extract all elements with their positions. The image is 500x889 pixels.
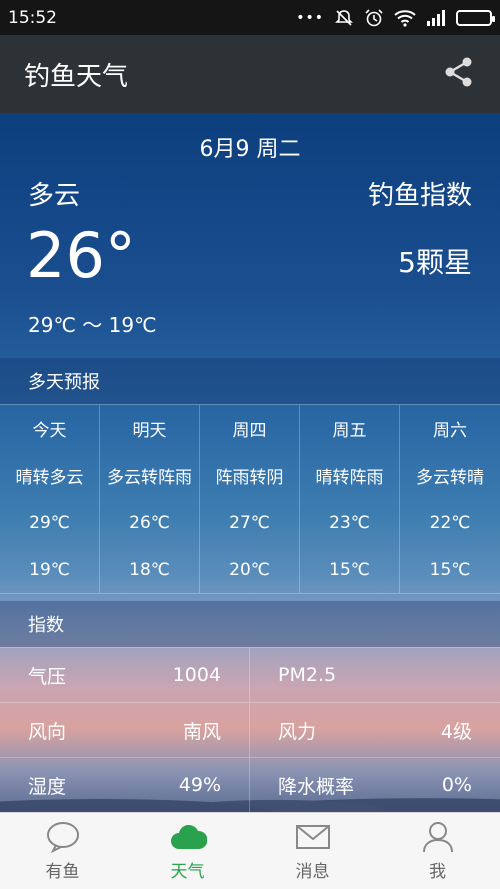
humidity-label: 湿度 [28, 775, 67, 798]
indices-row: 风向 南风 风力 4级 [0, 703, 500, 758]
forecast-header: 多天预报 [0, 358, 500, 404]
humidity-cell: 湿度 49% [0, 758, 250, 812]
forecast-day: 周四 阵雨转阴 27℃ 20℃ [200, 405, 300, 593]
pressure-value: 1004 [172, 664, 221, 686]
mute-icon [334, 8, 354, 28]
current-temperature: 26° [26, 219, 136, 292]
precipitation-cell: 降水概率 0% [250, 758, 500, 812]
person-icon [421, 821, 455, 853]
precipitation-value: 0% [441, 774, 472, 796]
forecast-day-name: 明天 [132, 421, 167, 441]
forecast-day-low: 15℃ [429, 559, 471, 580]
forecast-day: 周五 晴转阵雨 23℃ 15℃ [300, 405, 400, 593]
forecast-day: 今天 晴转多云 29℃ 19℃ [0, 405, 100, 593]
app-bar: 钓鱼天气 [0, 35, 500, 113]
indices-row: 气压 1004 PM2.5 [0, 648, 500, 703]
status-bar: 15:52 ••• [0, 0, 500, 35]
forecast-title: 多天预报 [28, 372, 100, 393]
pressure-cell: 气压 1004 [0, 648, 250, 702]
precipitation-label: 降水概率 [278, 775, 355, 798]
forecast-day: 明天 多云转阵雨 26℃ 18℃ [100, 405, 200, 593]
status-icons: ••• [296, 8, 495, 28]
forecast-day-name: 周四 [232, 421, 267, 441]
forecast-grid: 今天 晴转多云 29℃ 19℃ 明天 多云转阵雨 26℃ 18℃ 周四 阵雨转阴… [0, 404, 500, 594]
tab-youyu[interactable]: 有鱼 [0, 813, 125, 889]
forecast-day-high: 22℃ [429, 512, 471, 533]
forecast-day-high: 27℃ [229, 512, 270, 533]
tab-me[interactable]: 我 [375, 813, 500, 889]
wind-force-label: 风力 [278, 720, 317, 743]
tab-label: 有鱼 [45, 861, 80, 882]
forecast-day-low: 19℃ [29, 559, 70, 580]
forecast-day-name: 今天 [32, 421, 67, 441]
indices-grid: 气压 1004 PM2.5 风向 南风 风力 4级 湿度 49% 降水概率 0% [0, 647, 500, 812]
signal-icon [426, 9, 446, 26]
forecast-day-name: 周六 [433, 421, 467, 441]
wind-direction-cell: 风向 南风 [0, 703, 250, 757]
fishing-index-label: 钓鱼指数 [367, 181, 472, 211]
tab-messages[interactable]: 消息 [250, 813, 375, 889]
tab-label: 我 [429, 861, 446, 882]
forecast-day-weather: 多云转阵雨 [107, 468, 192, 488]
temperature-range: 29℃ ～ 19℃ [28, 313, 157, 337]
indices-title: 指数 [28, 615, 64, 636]
pressure-label: 气压 [28, 665, 67, 688]
wind-force-cell: 风力 4级 [250, 703, 500, 757]
pm25-label: PM2.5 [278, 664, 337, 686]
fishing-index-value: 5颗星 [398, 246, 472, 279]
battery-icon [456, 9, 495, 26]
forecast-day-weather: 晴转多云 [15, 468, 84, 488]
forecast-day-high: 26℃ [129, 512, 170, 533]
wind-direction-label: 风向 [28, 720, 67, 743]
indices-header: 指数 [0, 601, 500, 647]
forecast-day-low: 18℃ [129, 559, 170, 580]
indices-row: 湿度 49% 降水概率 0% [0, 758, 500, 812]
forecast-day-high: 23℃ [329, 512, 370, 533]
cloud-icon [169, 821, 207, 853]
tab-weather[interactable]: 天气 [125, 813, 250, 889]
forecast-day-weather: 阵雨转阴 [215, 468, 284, 488]
wifi-icon [394, 9, 416, 27]
current-weather: 多云 [28, 181, 81, 211]
share-icon[interactable] [442, 55, 476, 93]
wind-direction-value: 南风 [182, 720, 221, 743]
wind-force-value: 4级 [440, 720, 472, 743]
forecast-day-low: 20℃ [229, 559, 270, 580]
forecast-day-high: 29℃ [29, 512, 70, 533]
forecast-day-weather: 晴转阵雨 [315, 468, 384, 488]
more-dots-icon: ••• [296, 9, 324, 26]
bottom-tab-bar: 有鱼 天气 消息 我 [0, 812, 500, 889]
tab-label: 天气 [170, 861, 205, 882]
chat-bubble-icon [45, 821, 81, 853]
pm25-cell: PM2.5 [250, 648, 500, 702]
forecast-day: 周六 多云转晴 22℃ 15℃ [400, 405, 500, 593]
weather-main: 6月9 周二 多云 26° 29℃ ～ 19℃ 钓鱼指数 5颗星 多天预报 今天… [0, 113, 500, 812]
mail-icon [295, 821, 331, 853]
humidity-value: 49% [178, 774, 221, 796]
forecast-day-low: 15℃ [329, 559, 370, 580]
app-title: 钓鱼天气 [24, 61, 129, 92]
status-time: 15:52 [8, 7, 57, 28]
current-date: 6月9 周二 [199, 137, 301, 162]
alarm-icon [364, 8, 384, 28]
tab-label: 消息 [295, 861, 330, 882]
forecast-day-weather: 多云转晴 [416, 468, 484, 488]
forecast-day-name: 周五 [332, 421, 367, 441]
